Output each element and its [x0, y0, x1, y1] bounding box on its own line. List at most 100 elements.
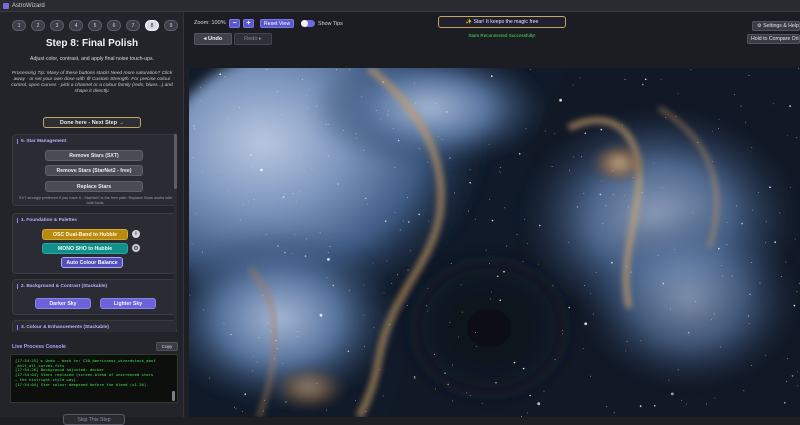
star [661, 187, 663, 188]
star [266, 68, 268, 70]
done-next-step-button[interactable]: Done here - Next Step → [43, 117, 141, 128]
star [559, 98, 562, 102]
star [220, 170, 222, 172]
info-icon[interactable]: i [132, 230, 140, 238]
star [726, 244, 728, 246]
star [677, 93, 679, 95]
remove-stars-sxt-button[interactable]: Remove Stars (SXT) [45, 150, 143, 161]
gear-icon[interactable]: ⚙ [132, 244, 140, 252]
star [726, 222, 728, 224]
mono-sho-hubble-button[interactable]: MONO SHO to Hubble [42, 243, 128, 254]
console-scrollbar[interactable] [172, 391, 175, 401]
star [407, 269, 409, 271]
step-dot-8-active[interactable]: 8 [145, 20, 159, 31]
star [524, 218, 526, 220]
foundation-title: 1. Foundation & Palettes [17, 218, 77, 223]
step-dot-4[interactable]: 4 [69, 20, 83, 31]
background-section: 2. Background & Contrast (Stackable) Dar… [12, 279, 177, 315]
star [495, 382, 497, 384]
image-viewer[interactable] [189, 68, 800, 417]
replace-stars-button[interactable]: Replace Stars [45, 181, 143, 192]
star [572, 84, 574, 86]
star [579, 77, 581, 79]
settings-help-button[interactable]: ⚙ Settings & Help [752, 21, 800, 31]
star [291, 253, 293, 255]
star [325, 124, 327, 126]
compare-original-button[interactable]: Hold to Compare Original [747, 34, 800, 44]
skip-step-button[interactable]: Skip This Step [63, 414, 125, 425]
star [660, 78, 662, 80]
panel-scrollbar[interactable] [174, 132, 177, 330]
undo-button[interactable]: ◂ Undo [194, 33, 232, 45]
star-repo-banner[interactable]: ✨ Star! It keeps the magic free [438, 16, 566, 28]
star [296, 335, 298, 337]
star [192, 157, 194, 159]
star [361, 96, 363, 98]
step-dot-6[interactable]: 6 [107, 20, 121, 31]
star [748, 75, 750, 76]
star [537, 402, 541, 406]
star [299, 190, 301, 192]
star [613, 412, 615, 414]
osc-dual-band-hubble-button[interactable]: OSC Dual-Band to Hubble [42, 229, 128, 240]
step-title: Step 8: Final Polish [45, 38, 139, 49]
darker-sky-button[interactable]: Darker Sky [35, 298, 91, 309]
star [355, 138, 357, 139]
star-management-note: SXT strongly preferred if you have it - … [18, 195, 173, 205]
star [193, 125, 195, 127]
panel-scrollbar-thumb[interactable] [174, 134, 177, 189]
star [516, 234, 518, 236]
star [250, 154, 252, 156]
star [200, 100, 202, 102]
wizard-sidebar: 1 2 3 4 5 6 7 8 9 Step 8: Final Polish A… [0, 12, 184, 425]
star [262, 295, 264, 297]
step-dot-9[interactable]: 9 [164, 20, 178, 31]
star [252, 355, 254, 357]
star [435, 102, 437, 104]
show-tips-toggle[interactable] [301, 20, 315, 27]
star [276, 348, 278, 349]
window-title: AstroWizard [12, 2, 45, 9]
star [372, 262, 374, 264]
remove-stars-starnet-button[interactable]: Remove Stars (StarNet2 - free) [45, 165, 143, 176]
star [265, 234, 267, 236]
star [499, 167, 501, 168]
status-message: Stars Reconnected Successfully! [468, 33, 536, 38]
star [496, 275, 499, 278]
zoom-in-button[interactable]: + [243, 19, 254, 28]
star [277, 91, 278, 92]
copy-console-button[interactable]: Copy [156, 342, 178, 351]
star [674, 249, 675, 251]
star [394, 212, 396, 213]
step-dot-2[interactable]: 2 [31, 20, 45, 31]
step-dot-7[interactable]: 7 [126, 20, 140, 31]
star [529, 69, 531, 70]
star [234, 406, 235, 408]
star [444, 372, 446, 375]
star [745, 122, 747, 124]
star [624, 79, 626, 81]
step-dot-1[interactable]: 1 [12, 20, 26, 31]
zoom-out-button[interactable]: − [229, 19, 240, 28]
star [437, 136, 439, 138]
step-description: Adjust color, contrast, and apply final … [30, 56, 154, 62]
step-dot-3[interactable]: 3 [50, 20, 64, 31]
star [469, 181, 472, 184]
background-title: 2. Background & Contrast (Stackable) [17, 284, 107, 289]
star [665, 117, 666, 118]
star [337, 183, 339, 185]
star [260, 168, 263, 172]
star-management-title: 5. Star Management [17, 139, 66, 144]
star [407, 197, 409, 198]
star [568, 241, 570, 243]
nebula-image [189, 68, 800, 417]
star [297, 331, 299, 332]
process-console[interactable]: [17:54:25] ► Undo - back to: C20_America… [10, 354, 178, 403]
star [654, 404, 656, 407]
title-bar: AstroWizard [0, 0, 800, 12]
lighter-sky-button[interactable]: Lighter Sky [100, 298, 156, 309]
auto-colour-balance-button[interactable]: Auto Colour Balance [61, 257, 123, 268]
step-dot-5[interactable]: 5 [88, 20, 102, 31]
reset-view-button[interactable]: Reset View [260, 19, 294, 28]
redo-button[interactable]: Redo ▸ [234, 33, 272, 45]
